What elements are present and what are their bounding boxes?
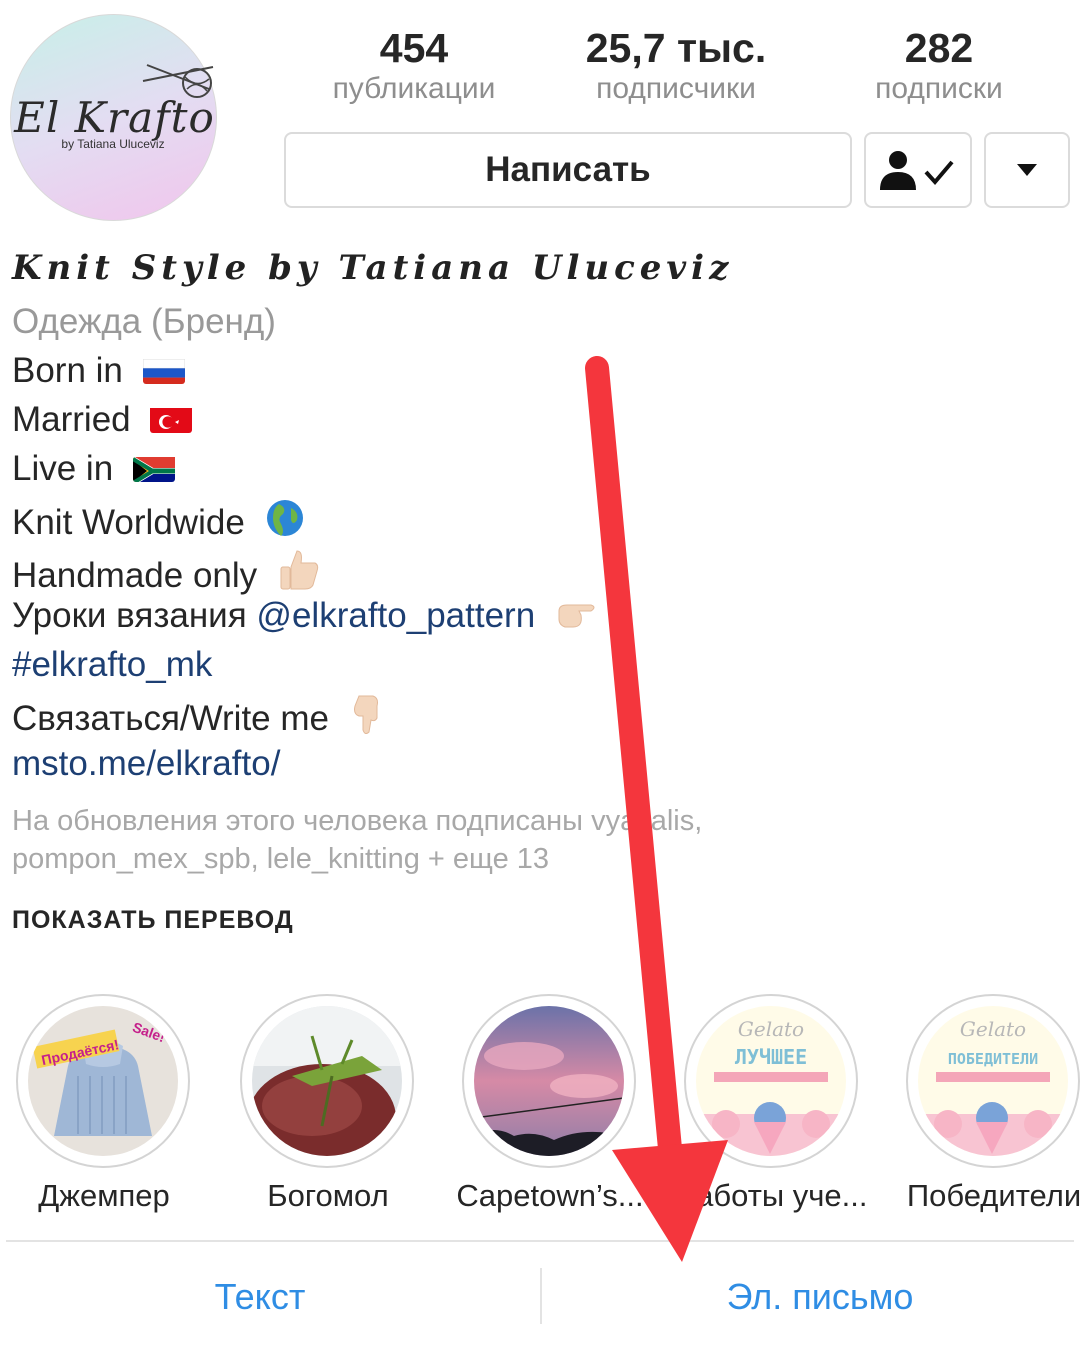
show-translation-button[interactable]: ПОКАЗАТЬ ПЕРЕВОД: [12, 906, 294, 935]
profile-category: Одежда (Бренд): [12, 302, 276, 341]
flag-turkey-icon: [150, 405, 193, 433]
stat-following-label: подписки: [875, 72, 1003, 105]
pointing-down-icon: [349, 694, 383, 743]
bio-line-lessons: Уроки вязания @elkrafto_pattern: [12, 596, 599, 640]
email-contact-button[interactable]: Эл. письмо: [570, 1276, 1070, 1318]
profile-name: Knit Style by Tatiana Uluceviz: [12, 248, 734, 288]
globe-icon: [265, 498, 305, 547]
highlight-gelato-text: Gelato: [738, 1017, 804, 1041]
highlight-label: Богомол: [267, 1178, 389, 1213]
highlight-jumper[interactable]: Продаётся! Sale! Джемпер: [16, 994, 192, 1214]
highlight-ring: [240, 994, 414, 1168]
highlight-winners[interactable]: Gelato ПОБЕДИТЕЛИ Победители: [906, 994, 1080, 1214]
highlight-cover: Gelato ПОБЕДИТЕЛИ: [918, 1006, 1068, 1156]
thumbs-up-icon: [277, 547, 321, 600]
bio-line-text: Born in: [12, 351, 123, 390]
bio-contact-text: Связаться/Write me: [12, 699, 329, 738]
highlight-ring: Gelato ЛУЧШЕЕ: [684, 994, 858, 1168]
stat-posts[interactable]: 454 публикации: [318, 24, 510, 106]
hashtag-link[interactable]: #elkrafto_mk: [12, 645, 212, 685]
followed-by-text[interactable]: На обновления этого человека подписаны v…: [12, 802, 702, 878]
message-button[interactable]: Написать: [284, 132, 852, 208]
stat-followers-label: подписчики: [596, 72, 756, 105]
bio-line-text: Married: [12, 400, 131, 439]
contact-bar-separator: [540, 1268, 542, 1324]
highlight-cover: [252, 1006, 402, 1156]
highlight-title-text: ЛУЧШЕЕ: [735, 1045, 807, 1069]
bio-line-text: Knit Worldwide: [12, 503, 245, 542]
highlight-mantis[interactable]: Богомол: [240, 994, 416, 1214]
more-options-button[interactable]: [984, 132, 1070, 208]
following-button[interactable]: [864, 132, 972, 208]
highlight-label: Победители: [906, 1178, 1080, 1213]
stat-posts-value: 454: [379, 25, 449, 71]
logo-text: El Krafto: [14, 93, 215, 142]
bio-lessons-text: Уроки вязания: [12, 596, 247, 635]
bio-line-text: Handmade only: [12, 556, 258, 595]
highlight-label: Capetown’s...: [456, 1178, 644, 1213]
highlight-student-works[interactable]: Gelato ЛУЧШЕЕ Работы уче...: [676, 994, 868, 1214]
followed-by-line-2: pompon_mex_spb, lele_knitting + еще 13: [12, 843, 550, 875]
stat-followers[interactable]: 25,7 тыс. подписчики: [570, 24, 782, 106]
bio-line-married: Married: [12, 400, 193, 440]
bio-line-text: Live in: [12, 449, 114, 488]
flag-south-africa-icon: [132, 454, 175, 482]
highlight-cover: [474, 1006, 624, 1156]
website-link[interactable]: msto.me/elkrafto/: [12, 744, 280, 784]
logo-subtext: by Tatiana Uluceviz: [61, 137, 165, 151]
followed-by-line-1: На обновления этого человека подписаны v…: [12, 805, 703, 837]
stat-followers-value: 25,7 тыс.: [585, 25, 767, 71]
highlight-capetown[interactable]: Capetown’s...: [456, 994, 644, 1214]
highlight-ring: Продаётся! Sale!: [16, 994, 190, 1168]
stat-following[interactable]: 282 подписки: [850, 24, 1028, 106]
profile-avatar[interactable]: El Krafto by Tatiana Uluceviz: [10, 14, 217, 221]
bio-line-knit: Knit Worldwide: [12, 498, 305, 547]
contact-bar-divider: [6, 1240, 1074, 1242]
stat-following-value: 282: [904, 25, 974, 71]
bio-line-handmade: Handmade only: [12, 547, 321, 600]
highlight-label: Работы уче...: [676, 1178, 868, 1213]
highlight-ring: Gelato ПОБЕДИТЕЛИ: [906, 994, 1080, 1168]
highlight-title-text: ПОБЕДИТЕЛИ: [948, 1050, 1038, 1068]
pointing-right-icon: [555, 600, 599, 640]
bio-line-live: Live in: [12, 449, 175, 489]
highlight-cover: Gelato ЛУЧШЕЕ: [696, 1006, 846, 1156]
bio-line-born: Born in: [12, 351, 185, 391]
stat-posts-label: публикации: [332, 72, 496, 105]
highlight-label: Джемпер: [38, 1178, 170, 1213]
highlight-gelato-text: Gelato: [960, 1017, 1026, 1041]
triangle-down-icon: [1017, 164, 1037, 176]
text-contact-button[interactable]: Текст: [10, 1276, 510, 1318]
flag-russia-icon: [142, 356, 185, 384]
highlight-ring: [462, 994, 636, 1168]
person-check-icon: [880, 151, 954, 190]
bio-line-contact: Связаться/Write me: [12, 694, 383, 743]
highlight-cover: Продаётся! Sale!: [28, 1006, 178, 1156]
mention-link[interactable]: @elkrafto_pattern: [256, 596, 535, 635]
